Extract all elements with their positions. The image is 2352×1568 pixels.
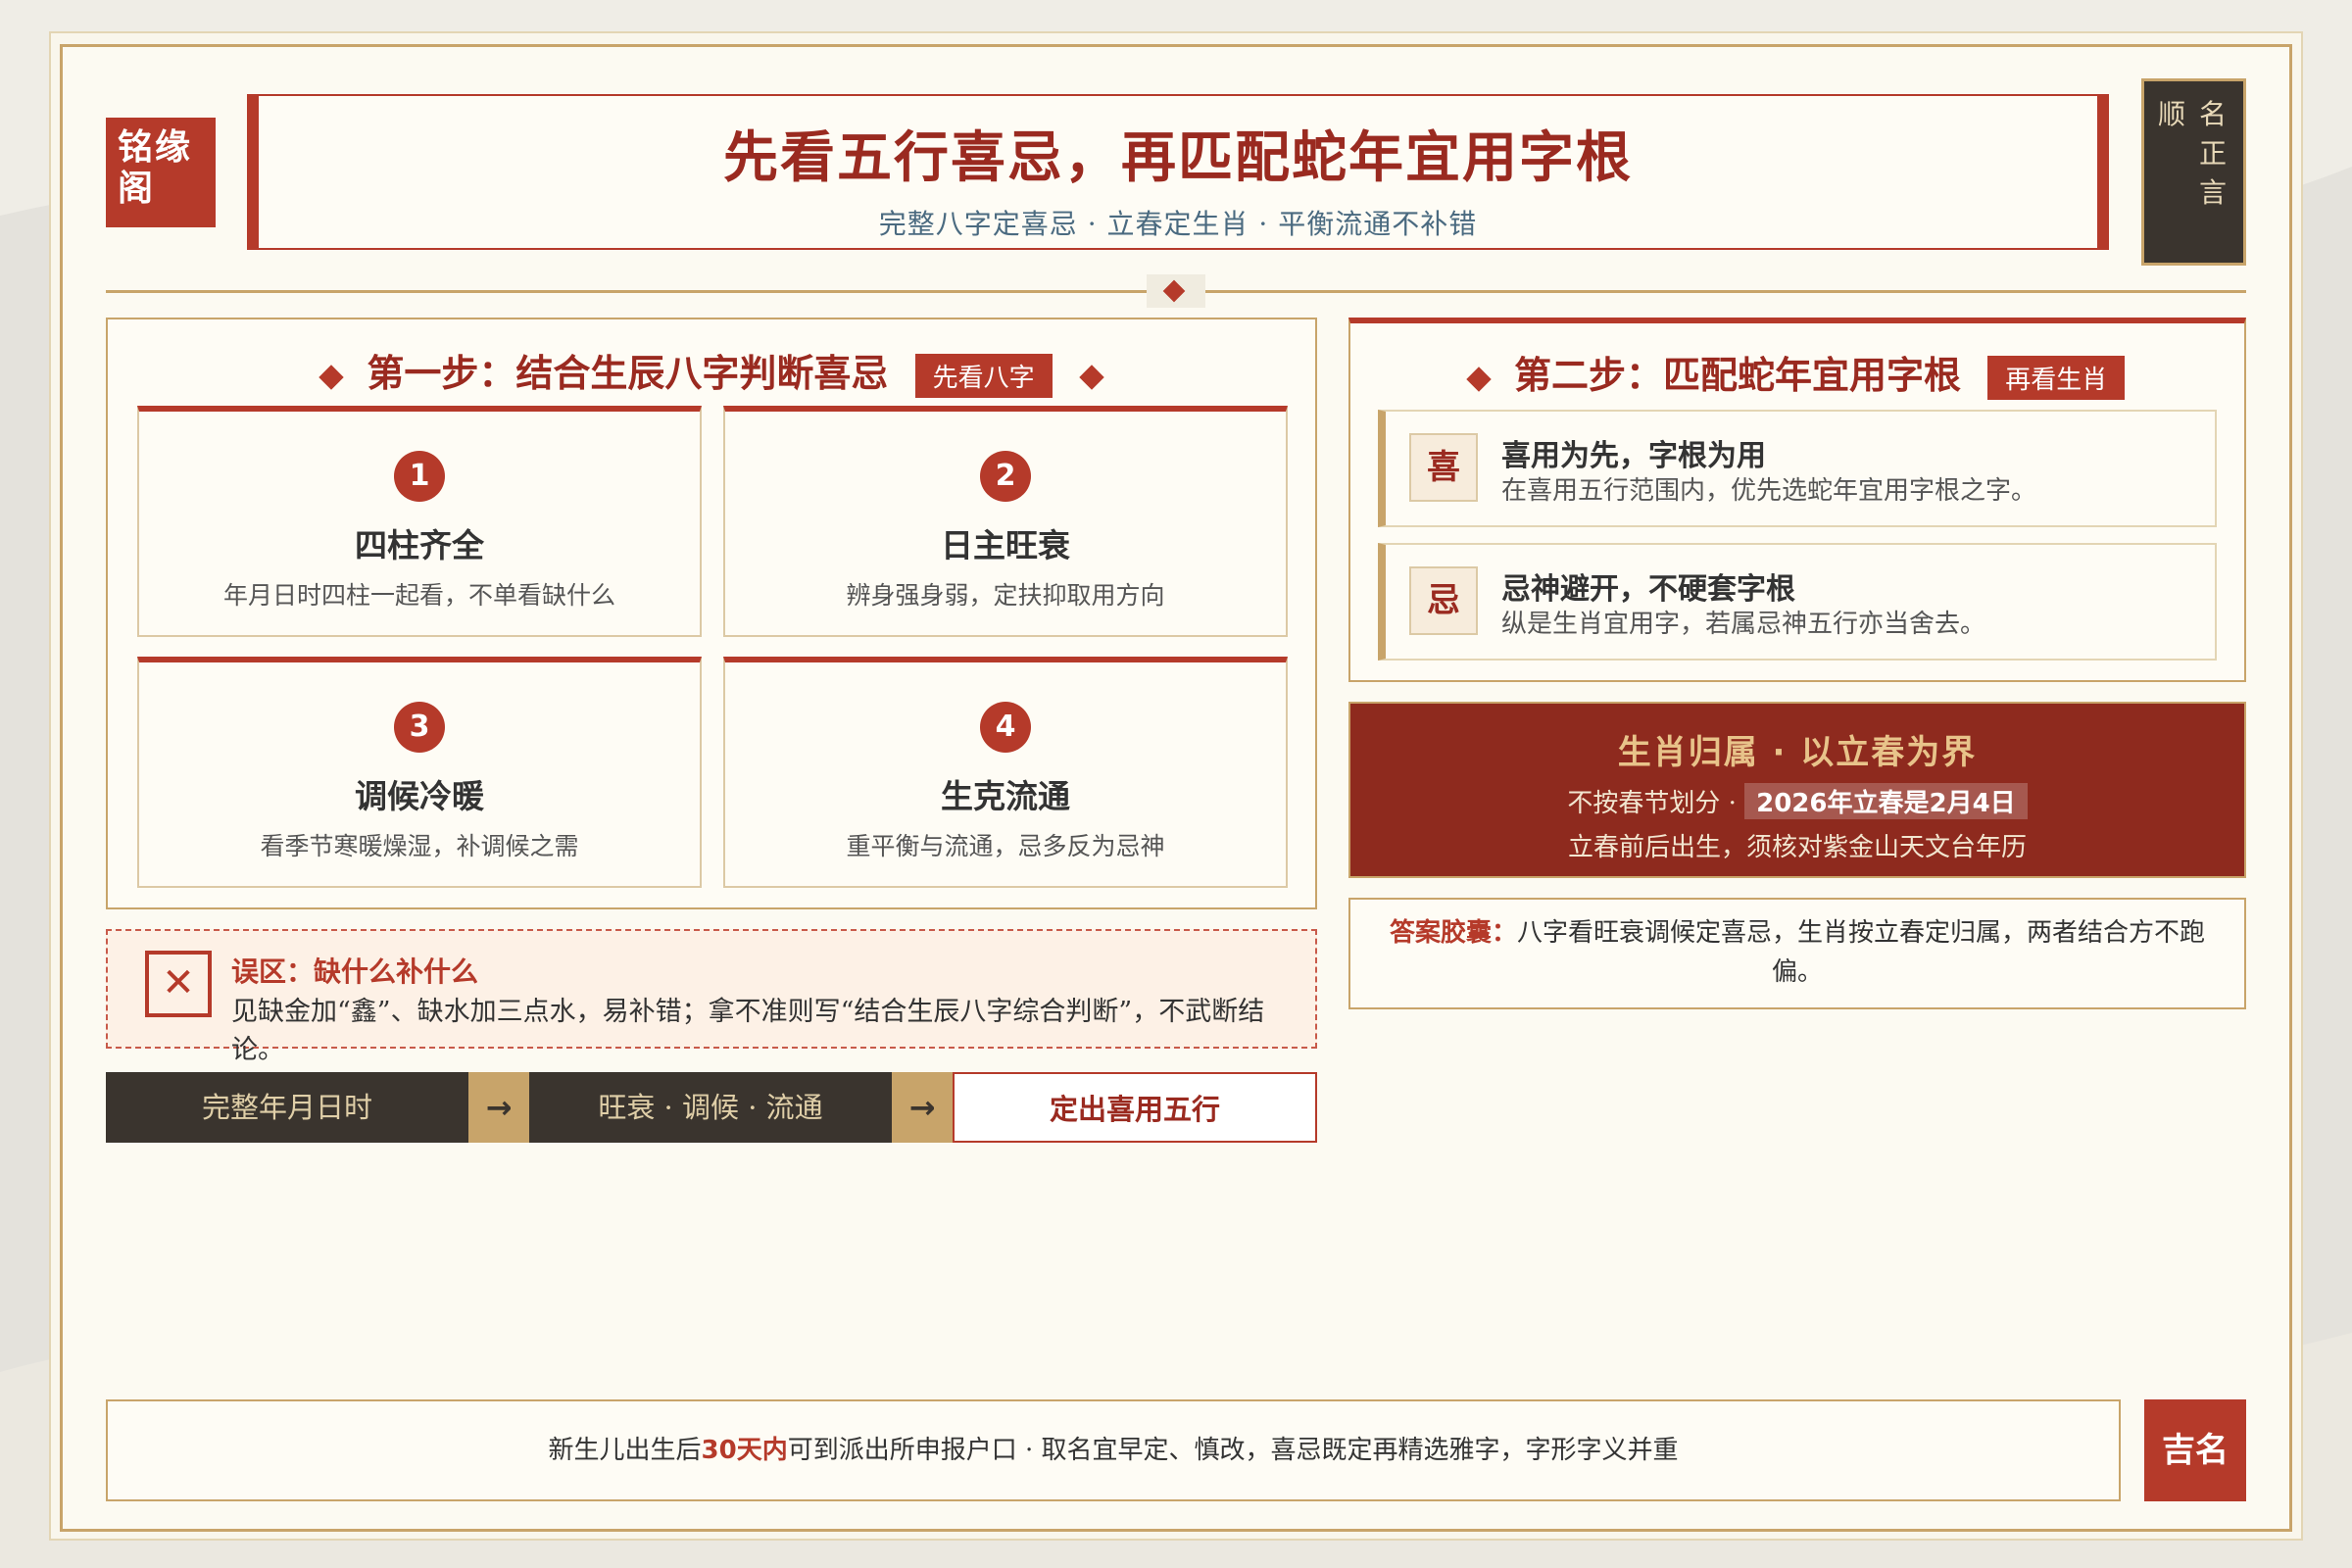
seal-char: 顺 <box>2158 98 2186 130</box>
rule-title: 忌神避开，不硬套字根 <box>1501 572 1795 607</box>
step-number: 4 <box>980 702 1031 753</box>
diamond-icon <box>1079 365 1104 390</box>
card-desc: 年月日时四柱一起看，不单看缺什么 <box>222 581 615 610</box>
card-desc: 重平衡与流通，忌多反为忌神 <box>846 832 1165 860</box>
close-icon: ✕ <box>145 951 212 1017</box>
footer-note: 新生儿出生后30天内可到派出所申报户口 · 取名宜早定、慎改，喜忌既定再精选雅字… <box>106 1399 2121 1501</box>
seal-column-1: 名 正 言 <box>2199 95 2229 213</box>
diamond-icon <box>318 365 344 390</box>
footer-suffix: 可到派出所申报户口 · 取名宜早定、慎改，喜忌既定再精选雅字，字形字义并重 <box>787 1436 1679 1465</box>
title-banner: 先看五行喜忌，再匹配蛇年宜用字根 完整八字定喜忌 · 立春定生肖 · 平衡流通不… <box>247 94 2109 250</box>
answer-text: 八字看旺衰调候定喜忌，生肖按立春定归属，两者结合方不跑偏。 <box>1517 918 2206 987</box>
page-subtitle: 完整八字定喜忌 · 立春定生肖 · 平衡流通不补错 <box>878 208 1478 240</box>
step2-heading-row: 第二步：匹配蛇年宜用字根 再看生肖 <box>1350 345 2244 400</box>
step2-heading: 第二步：匹配蛇年宜用字根 <box>1513 354 1961 397</box>
mistake-title: 误区：缺什么补什么 <box>231 956 479 988</box>
rule-desc: 在喜用五行范围内，优先选蛇年宜用字根之字。 <box>1501 476 2037 506</box>
card-title: 生克流通 <box>941 777 1070 815</box>
ji-badge: 忌 <box>1409 566 1478 635</box>
mistake-desc: 见缺金加“鑫”、缺水加三点水，易补错；拿不准则写“结合生辰八字综合判断”，不武断… <box>231 997 1265 1065</box>
zodiac-line-1: 不按春节划分 · 2026年立春是2月4日 <box>1350 783 2244 819</box>
footer-seal: 吉名 <box>2144 1399 2246 1501</box>
card-title: 四柱齐全 <box>355 526 484 564</box>
footer-highlight: 30天内 <box>701 1436 788 1465</box>
step2-tag: 再看生肖 <box>1987 356 2126 400</box>
card-desc: 辨身强身弱，定扶抑取用方向 <box>846 581 1165 610</box>
flow-step: 旺衰 · 调候 · 流通 <box>529 1072 892 1143</box>
footer-prefix: 新生儿出生后 <box>548 1436 702 1465</box>
card-title: 日主旺衰 <box>941 526 1070 564</box>
seal-column-2: 顺 <box>2158 95 2187 134</box>
step2-panel: 第二步：匹配蛇年宜用字根 再看生肖 喜 喜用为先，字根为用 在喜用五行范围内，优… <box>1348 318 2246 682</box>
lichun-date-highlight: 2026年立春是2月4日 <box>1744 783 2028 819</box>
diamond-icon <box>1466 367 1492 392</box>
rule-desc: 纵是生肖宜用字，若属忌神五行亦当舍去。 <box>1501 610 1986 639</box>
card-title: 调候冷暖 <box>355 777 484 815</box>
zodiac-title: 生肖归属 · 以立春为界 <box>1617 733 1978 772</box>
step1-card: 2 日主旺衰 辨身强身弱，定扶抑取用方向 <box>723 406 1288 637</box>
step1-card: 3 调候冷暖 看季节寒暖燥湿，补调候之需 <box>137 657 702 888</box>
mistake-box: ✕ 误区：缺什么补什么 见缺金加“鑫”、缺水加三点水，易补错；拿不准则写“结合生… <box>106 929 1317 1065</box>
rule-item: 忌 忌神避开，不硬套字根 纵是生肖宜用字，若属忌神五行亦当舍去。 <box>1378 543 2217 661</box>
step1-heading: 第一步：结合生辰八字判断喜忌 <box>367 352 889 395</box>
step1-panel: 第一步：结合生辰八字判断喜忌 先看八字 1 四柱齐全 年月日时四柱一起看，不单看… <box>106 318 1317 909</box>
seal-char: 正 <box>2199 137 2228 170</box>
rule-item: 喜 喜用为先，字根为用 在喜用五行范围内，优先选蛇年宜用字根之字。 <box>1378 410 2217 527</box>
arrow-right-icon: → <box>468 1072 529 1143</box>
zodiac-prefix: 不按春节划分 · <box>1567 789 1745 818</box>
step1-heading-row: 第一步：结合生辰八字判断喜忌 先看八字 <box>108 343 1315 398</box>
step-number: 1 <box>394 451 445 502</box>
arrow-right-icon: → <box>892 1072 953 1143</box>
zodiac-box: 生肖归属 · 以立春为界 不按春节划分 · 2026年立春是2月4日 立春前后出… <box>1348 702 2246 878</box>
flow-result: 定出喜用五行 <box>953 1072 1317 1143</box>
xi-badge: 喜 <box>1409 433 1478 502</box>
page-title: 先看五行喜忌，再匹配蛇年宜用字根 <box>723 126 1633 190</box>
process-flow: 完整年月日时 → 旺衰 · 调候 · 流通 → 定出喜用五行 <box>106 1072 1317 1143</box>
step1-card: 1 四柱齐全 年月日时四柱一起看，不单看缺什么 <box>137 406 702 637</box>
answer-capsule: 答案胶囊：八字看旺衰调候定喜忌，生肖按立春定归属，两者结合方不跑偏。 <box>1348 898 2246 1009</box>
vertical-seal: 名 正 言 顺 <box>2141 78 2246 266</box>
flow-step: 完整年月日时 <box>106 1072 468 1143</box>
brand-logo: 铭缘阁 <box>106 118 216 227</box>
card-desc: 看季节寒暖燥湿，补调候之需 <box>260 832 579 860</box>
rule-title: 喜用为先，字根为用 <box>1501 439 1766 473</box>
step1-tag: 先看八字 <box>914 354 1053 398</box>
zodiac-line-2: 立春前后出生，须核对紫金山天文台年历 <box>1567 833 2027 862</box>
step-number: 3 <box>394 702 445 753</box>
seal-char: 名 <box>2199 98 2228 130</box>
seal-char: 言 <box>2199 176 2228 209</box>
step1-card: 4 生克流通 重平衡与流通，忌多反为忌神 <box>723 657 1288 888</box>
step-number: 2 <box>980 451 1031 502</box>
answer-label: 答案胶囊： <box>1389 918 1517 948</box>
